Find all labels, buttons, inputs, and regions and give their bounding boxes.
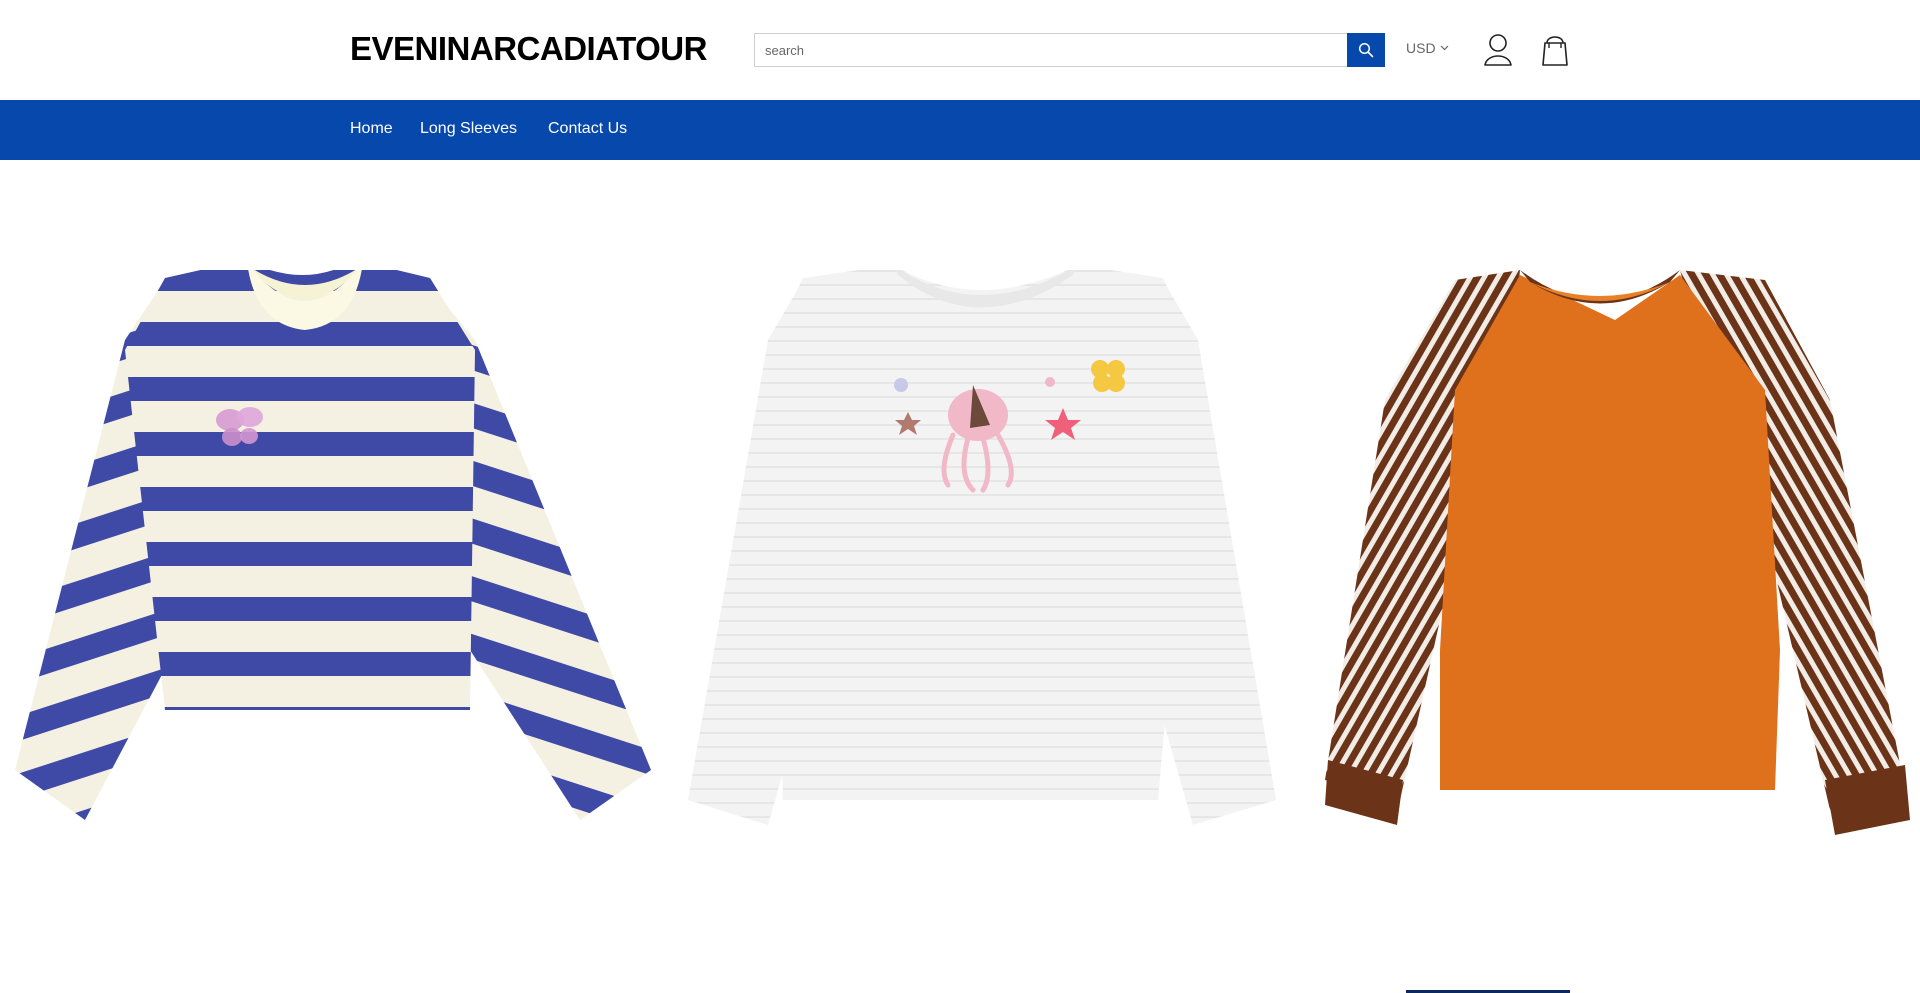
account-button[interactable]	[1483, 33, 1513, 67]
product-grid	[0, 160, 1920, 993]
search-icon	[1358, 42, 1374, 58]
product-card[interactable]	[688, 265, 1278, 845]
currency-label: USD	[1406, 40, 1436, 56]
currency-selector[interactable]: USD	[1406, 40, 1449, 56]
main-nav: Home Long Sleeves Contact Us	[0, 100, 1920, 160]
nav-item-contact-us[interactable]: Contact Us	[548, 120, 627, 138]
search-form	[754, 33, 1385, 67]
product-image	[688, 265, 1276, 825]
site-logo[interactable]: EVENINARCADIATOUR	[350, 30, 707, 68]
product-image	[1325, 270, 1910, 835]
user-icon	[1484, 34, 1512, 66]
shopping-bag-icon	[1542, 36, 1568, 66]
product-image	[15, 260, 651, 820]
cart-button[interactable]	[1541, 33, 1569, 67]
nav-item-long-sleeves[interactable]: Long Sleeves	[420, 120, 517, 138]
product-card[interactable]	[15, 260, 655, 835]
search-button[interactable]	[1347, 33, 1385, 67]
search-input[interactable]	[754, 33, 1348, 67]
nav-item-home[interactable]: Home	[350, 120, 393, 138]
product-card[interactable]	[1325, 270, 1910, 855]
site-header: EVENINARCADIATOUR USD	[0, 0, 1920, 100]
chevron-down-icon	[1440, 45, 1448, 51]
